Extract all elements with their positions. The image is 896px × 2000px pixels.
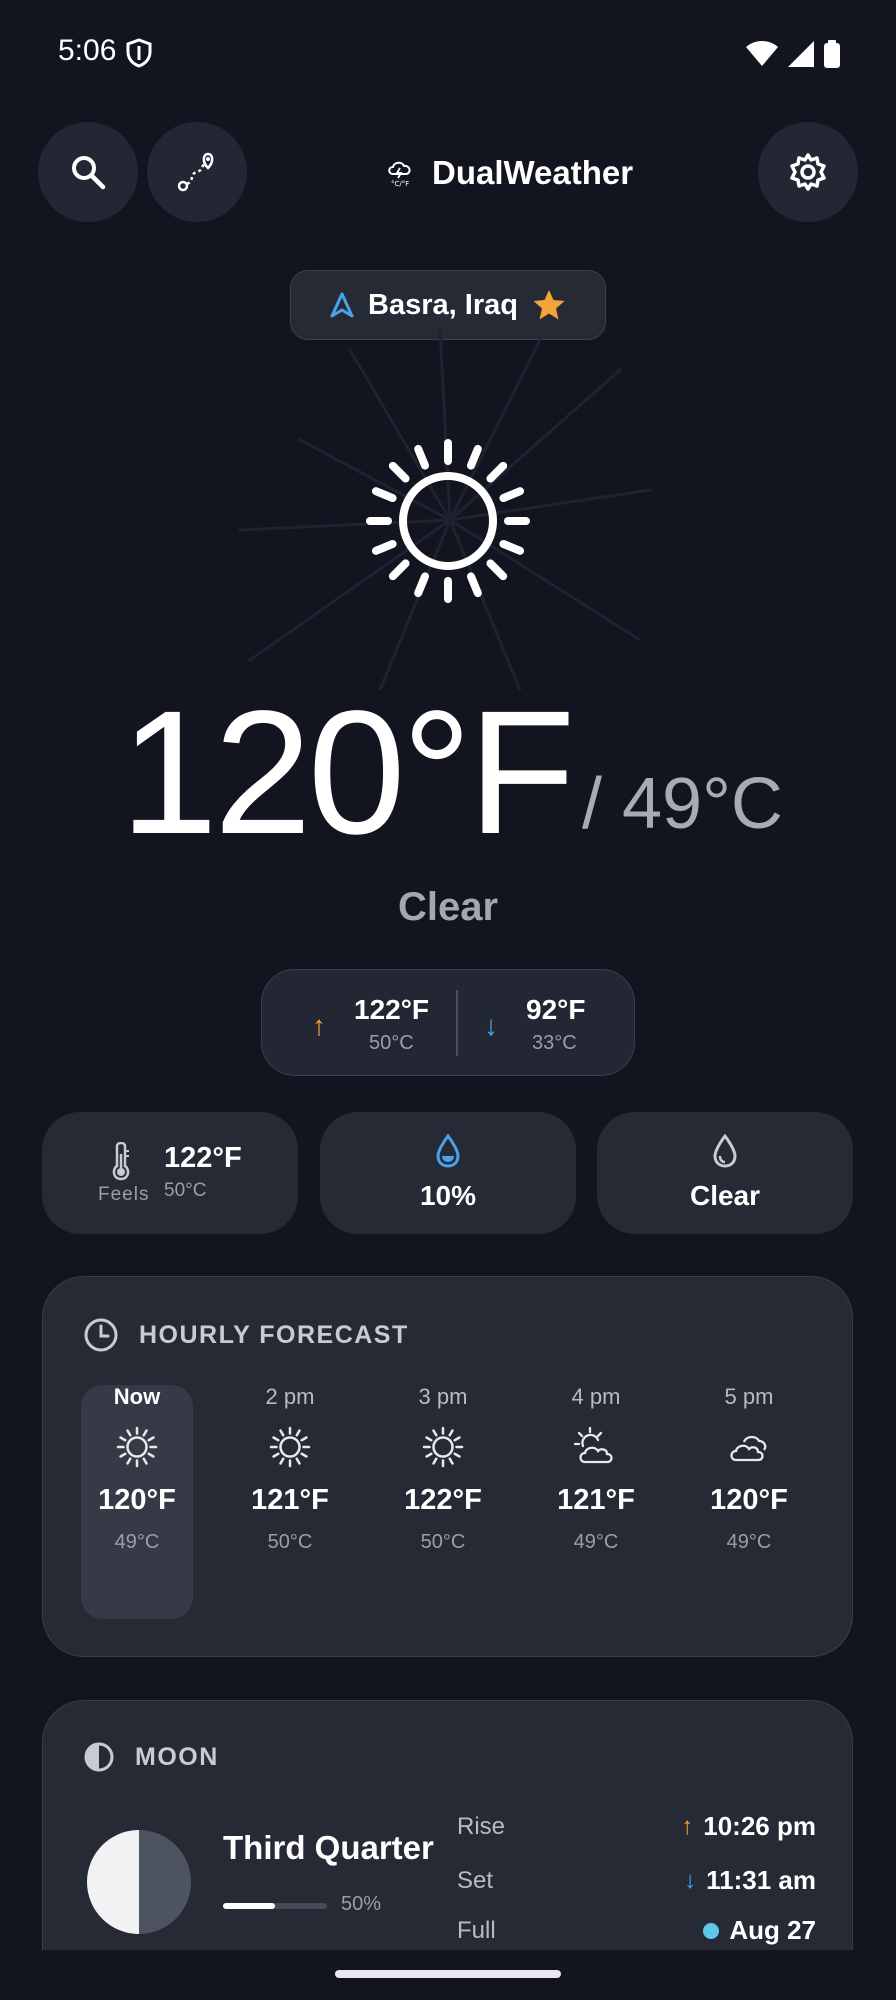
- moonrise-time: 10:26 pm: [703, 1811, 816, 1841]
- moonset-time: 11:31 am: [706, 1865, 816, 1895]
- clock-icon: [84, 1318, 118, 1352]
- hour-time: 3 pm: [418, 1384, 468, 1409]
- current-condition: Clear: [397, 885, 499, 929]
- low-temp-c: 33°C: [532, 1032, 577, 1054]
- hour-temp-f: 122°F: [404, 1484, 482, 1516]
- full-moon-label: Full: [457, 1917, 496, 1944]
- hour-time: 2 pm: [265, 1384, 315, 1409]
- svg-text:°C/°F: °C/°F: [391, 180, 409, 188]
- illumination-bar: [223, 1903, 327, 1909]
- hourly-item[interactable]: Now 120°F 49°C: [81, 1382, 193, 1554]
- shield-icon: [126, 38, 152, 68]
- hour-temp-c: 49°C: [573, 1531, 619, 1553]
- app-logo-icon: °C/°F: [388, 161, 411, 188]
- partly-cloudy-icon: [540, 1412, 652, 1482]
- high-temp-f: 122°F: [354, 994, 430, 1025]
- arrow-down-icon: ↓: [684, 1866, 697, 1894]
- hour-temp-f: 121°F: [557, 1484, 635, 1516]
- high-temp-c: 50°C: [369, 1032, 414, 1054]
- hourly-item[interactable]: 4 pm 121°F 49°C: [540, 1382, 652, 1554]
- hourly-item[interactable]: 2 pm 121°F 50°C: [234, 1382, 346, 1554]
- hour-temp-c: 49°C: [726, 1531, 772, 1553]
- precipitation-value: 10%: [419, 1180, 477, 1211]
- sky-value: Clear: [689, 1180, 761, 1211]
- feels-temp-c: 50°C: [164, 1180, 207, 1201]
- moon-phase-name: Third Quarter: [223, 1829, 434, 1866]
- status-icons: [746, 38, 840, 70]
- feels-temp-f: 122°F: [164, 1142, 242, 1174]
- divider: [456, 990, 458, 1056]
- full-moon-date: Aug 27: [729, 1915, 816, 1945]
- arrow-down-icon: ↓: [484, 1010, 498, 1041]
- sun-icon: [81, 1412, 193, 1482]
- moon-phase-icon: [84, 1742, 114, 1772]
- route-button[interactable]: [147, 122, 247, 222]
- hour-temp-c: 50°C: [267, 1531, 313, 1553]
- settings-button[interactable]: [758, 122, 858, 222]
- full-moon-dot-icon: [703, 1922, 720, 1939]
- route-icon: [177, 152, 214, 192]
- feels-like-tile[interactable]: Feels 122°F 50°C: [42, 1112, 298, 1234]
- hour-time: 4 pm: [571, 1384, 621, 1409]
- search-icon: [72, 156, 106, 190]
- raindrop-icon: [436, 1134, 460, 1168]
- hour-temp-f: 120°F: [710, 1484, 788, 1516]
- humidity-drop-icon: [713, 1134, 737, 1168]
- sun-icon: [387, 1412, 499, 1482]
- feels-label: Feels: [98, 1184, 150, 1205]
- app-name: DualWeather: [432, 154, 634, 191]
- moonrise-label: Rise: [457, 1813, 506, 1840]
- current-temp-c: / 49°C: [582, 764, 783, 844]
- arrow-up-icon: ↑: [681, 1812, 694, 1840]
- status-time: 5:06: [58, 34, 117, 67]
- hour-time: Now: [113, 1384, 161, 1409]
- high-low-pill: ↑ 122°F 50°C ↓ 92°F 33°C: [261, 969, 635, 1076]
- star-icon[interactable]: [532, 289, 566, 321]
- low-temp-f: 92°F: [526, 994, 586, 1025]
- hourly-item[interactable]: 3 pm 122°F 50°C: [387, 1382, 499, 1554]
- location-name: Basra, Iraq: [368, 288, 518, 321]
- hourly-item[interactable]: 5 pm 120°F 49°C: [693, 1382, 805, 1554]
- moon-title: MOON: [135, 1742, 219, 1771]
- hour-temp-f: 120°F: [98, 1484, 176, 1516]
- moon-header: MOON: [83, 1741, 219, 1773]
- app-title: °C/°F DualWeather: [386, 148, 633, 198]
- sun-icon: [234, 1412, 346, 1482]
- moon-illustration: [87, 1830, 191, 1934]
- illumination-fill: [223, 1903, 275, 1909]
- navigation-arrow-icon: [330, 292, 354, 318]
- cloud-icon: [693, 1412, 805, 1482]
- moonset-value: ↓ 11:31 am: [684, 1865, 816, 1896]
- hourly-forecast-header: HOURLY FORECAST: [83, 1317, 409, 1353]
- sky-tile[interactable]: Clear: [597, 1112, 853, 1234]
- wifi-icon: [746, 41, 778, 66]
- hour-temp-f: 121°F: [251, 1484, 329, 1516]
- hour-temp-c: 50°C: [420, 1531, 466, 1553]
- hourly-forecast-title: HOURLY FORECAST: [139, 1320, 409, 1349]
- thermometer-icon: [112, 1142, 130, 1181]
- precipitation-tile[interactable]: 10%: [320, 1112, 576, 1234]
- moonrise-value: ↑ 10:26 pm: [681, 1811, 816, 1842]
- signal-icon: [788, 41, 814, 67]
- full-moon-value: Aug 27: [703, 1915, 816, 1946]
- current-temp-f: 120°F: [120, 675, 576, 871]
- gear-icon: [790, 153, 826, 191]
- hour-time: 5 pm: [724, 1384, 774, 1409]
- illumination-value: 50%: [341, 1893, 382, 1915]
- sun-icon: [366, 439, 530, 603]
- arrow-up-icon: ↑: [312, 1010, 326, 1041]
- moonset-label: Set: [457, 1867, 494, 1894]
- search-button[interactable]: [38, 122, 138, 222]
- hourly-forecast-card: HOURLY FORECAST Now 120°F 49°C 2 pm 121°F 50°…: [42, 1276, 853, 1657]
- hour-temp-c: 49°C: [114, 1531, 160, 1553]
- battery-icon: [824, 40, 840, 68]
- home-indicator[interactable]: [335, 1970, 561, 1978]
